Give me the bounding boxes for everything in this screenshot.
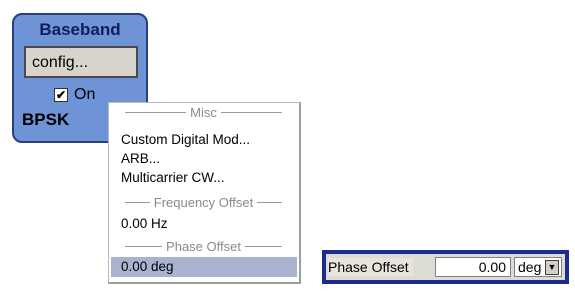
phase-offset-section-label: Phase Offset	[166, 239, 241, 254]
baseband-title: Baseband	[39, 20, 121, 39]
phase-offset-panel: Phase Offset 0.00 deg ▼	[326, 254, 565, 280]
menu-item-phase-offset[interactable]: 0.00 deg	[111, 257, 297, 277]
menu-item-arb[interactable]: ARB...	[121, 151, 160, 166]
frequency-offset-separator: Frequency Offset	[121, 195, 286, 210]
menu-item-multicarrier-cw[interactable]: Multicarrier CW...	[121, 170, 225, 185]
phase-offset-label: Phase Offset	[328, 258, 413, 276]
baseband-context-menu: Misc Custom Digital Mod... ARB... Multic…	[108, 102, 301, 284]
modulation-label: BPSK	[22, 110, 70, 129]
phase-offset-separator: Phase Offset	[121, 239, 286, 254]
phase-offset-field: Phase Offset 0.00 deg ▼	[322, 250, 569, 284]
phase-offset-unit-select[interactable]: deg ▼	[514, 257, 562, 277]
misc-section-label: Misc	[190, 105, 217, 120]
on-toggle[interactable]: ✔ On	[54, 86, 95, 104]
chevron-down-icon[interactable]: ▼	[545, 260, 559, 275]
on-label: On	[74, 86, 96, 103]
config-button[interactable]: config...	[24, 46, 138, 78]
frequency-offset-section-label: Frequency Offset	[153, 195, 254, 210]
menu-item-custom-digital-mod[interactable]: Custom Digital Mod...	[121, 132, 250, 147]
on-checkbox[interactable]: ✔	[54, 88, 68, 102]
phase-offset-input[interactable]: 0.00	[435, 257, 511, 277]
phase-offset-unit-value: deg	[518, 259, 542, 275]
menu-item-frequency-offset[interactable]: 0.00 Hz	[121, 216, 168, 231]
misc-separator: Misc	[121, 105, 286, 120]
